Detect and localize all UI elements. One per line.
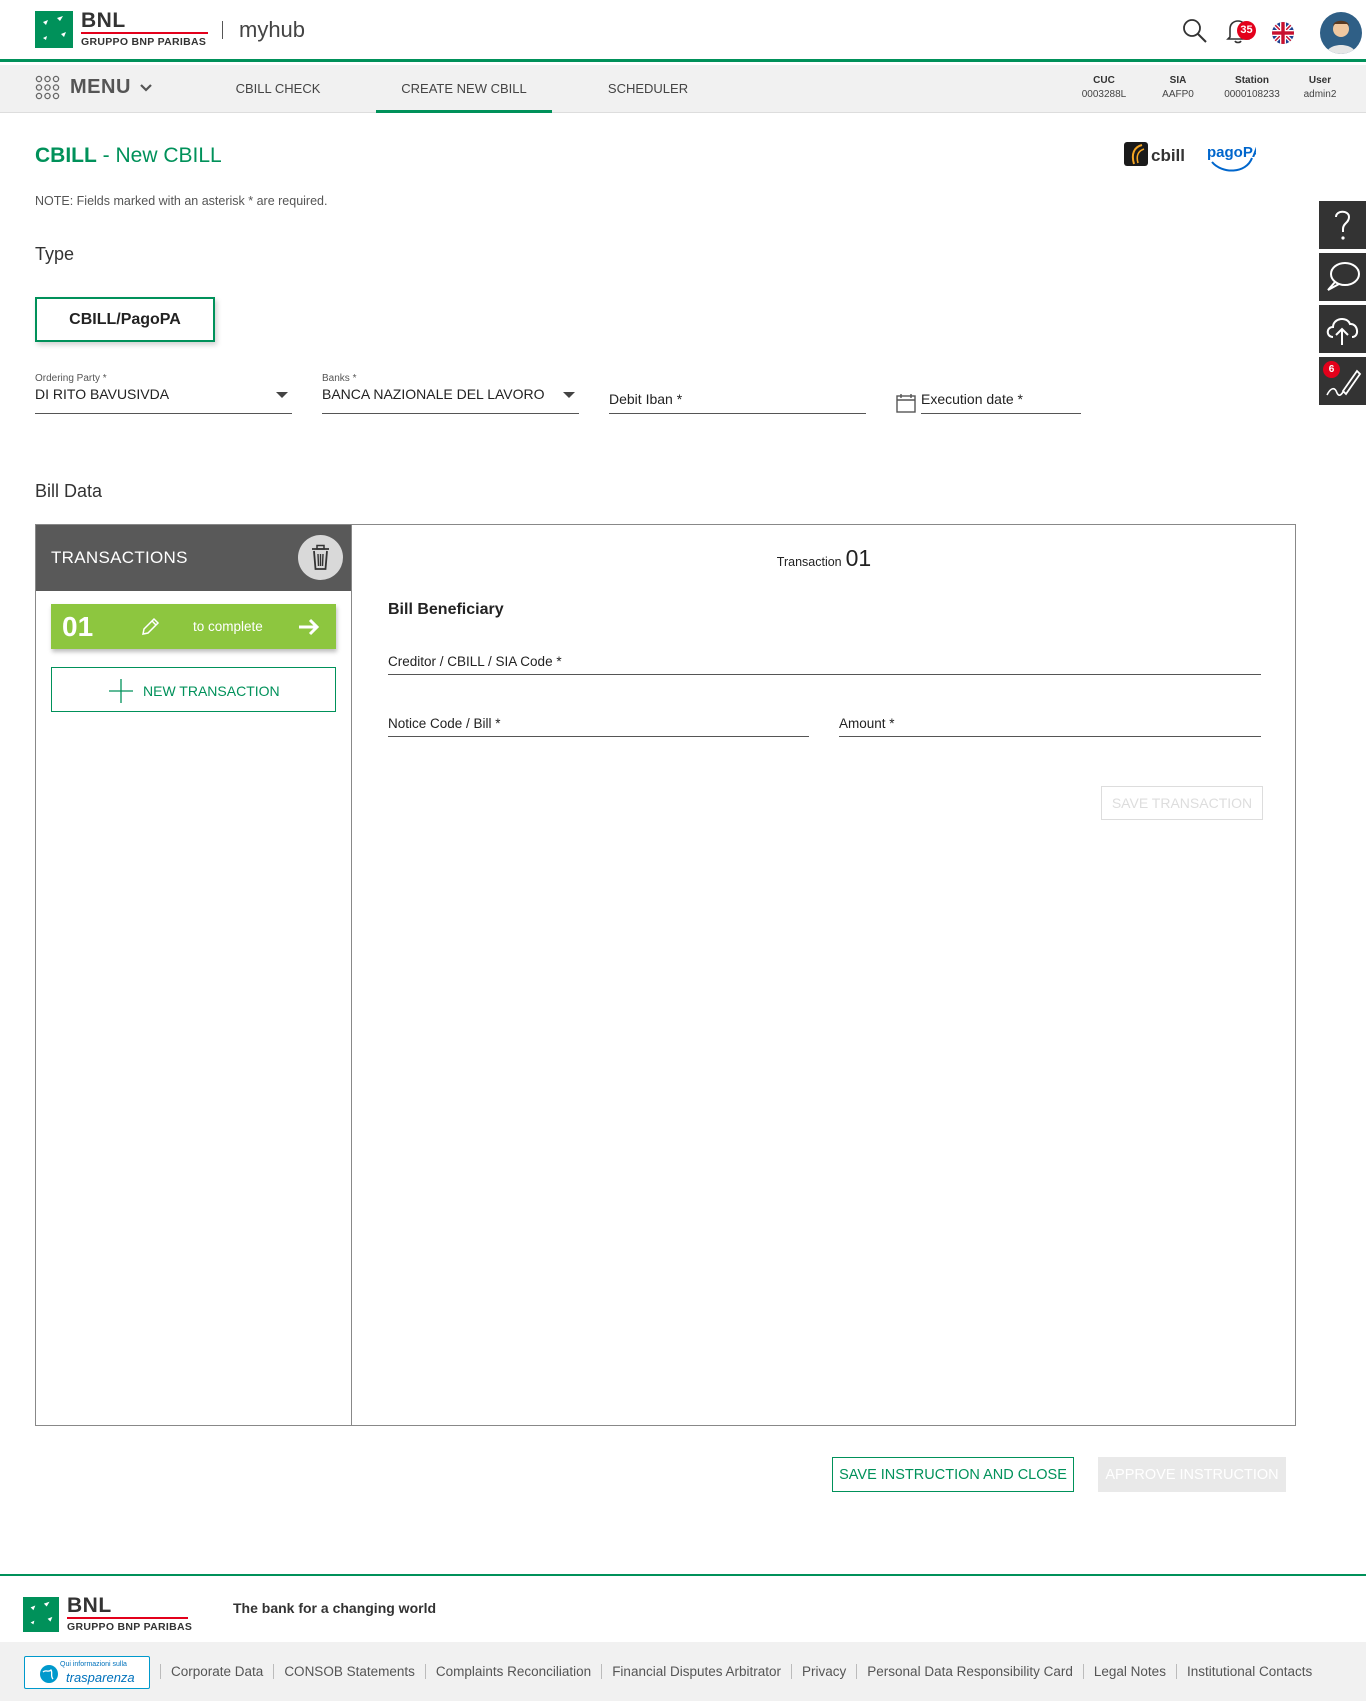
footer-bnl-logo[interactable]: BNL GRUPPO BNP PARIBAS xyxy=(23,1594,193,1633)
transaction-number: 01 xyxy=(62,611,94,642)
page-title: CBILL - New CBILL xyxy=(35,144,222,167)
approve-instruction-button[interactable]: APPROVE INSTRUCTION xyxy=(1098,1457,1286,1492)
notice-code-placeholder: Notice Code / Bill * xyxy=(388,716,501,731)
footer-tagline: The bank for a changing world xyxy=(233,1600,437,1616)
save-transaction-button[interactable]: SAVE TRANSACTION xyxy=(1101,786,1263,820)
trash-icon[interactable] xyxy=(298,535,343,580)
banks-value: BANCA NAZIONALE DEL LAVORO xyxy=(322,386,545,402)
footer-link-institutional[interactable]: Institutional Contacts xyxy=(1175,1664,1322,1679)
uk-flag-icon[interactable] xyxy=(1272,22,1294,49)
transparency-small: Qui informazioni sulla xyxy=(60,1661,127,1668)
transactions-title: TRANSACTIONS xyxy=(51,548,188,567)
footer-bottom: Qui informazioni sulla trasparenza Corpo… xyxy=(0,1642,1366,1701)
banks-select[interactable]: Banks * BANCA NAZIONALE DEL LAVORO xyxy=(322,373,579,414)
bill-data-label: Bill Data xyxy=(35,481,103,501)
creditor-field[interactable]: Creditor / CBILL / SIA Code * xyxy=(388,643,1261,675)
banks-label: Banks * xyxy=(322,373,357,384)
footer-logo-brand: BNL xyxy=(67,1594,112,1617)
notice-code-field[interactable]: Notice Code / Bill * xyxy=(388,705,809,737)
signature-icon[interactable]: 6 xyxy=(1319,357,1366,405)
new-transaction-label: NEW TRANSACTION xyxy=(143,683,280,699)
info-sia: SIA AAFP0 xyxy=(1162,75,1194,100)
caret-down-icon xyxy=(563,392,575,398)
debit-iban-field[interactable]: Debit Iban * xyxy=(609,373,866,414)
footer-link-complaints[interactable]: Complaints Reconciliation xyxy=(424,1664,601,1679)
amount-field[interactable]: Amount * xyxy=(839,705,1261,737)
footer-link-privacy[interactable]: Privacy xyxy=(791,1664,856,1679)
footer-top: BNL GRUPPO BNP PARIBAS The bank for a ch… xyxy=(0,1574,1366,1642)
notification-badge: 35 xyxy=(1237,21,1256,40)
grid-icon xyxy=(35,75,60,100)
pagopa-logo: pagoPA xyxy=(1206,140,1263,181)
tab-cbill-check[interactable]: CBILL CHECK xyxy=(218,65,338,113)
bell-icon[interactable]: 35 xyxy=(1226,18,1256,49)
bnl-logo[interactable]: BNL GRUPPO BNP PARIBAS xyxy=(35,9,208,48)
chevron-down-icon xyxy=(140,83,152,92)
footer-link-personal-data[interactable]: Personal Data Responsibility Card xyxy=(856,1664,1083,1679)
svg-text:cbill: cbill xyxy=(1151,146,1185,165)
cbill-logo: cbill xyxy=(1124,140,1194,173)
transaction-item-01[interactable]: 01 to complete xyxy=(51,604,336,649)
help-icon[interactable] xyxy=(1319,201,1366,249)
ordering-party-select[interactable]: Ordering Party * DI RITO BAVUSIVDA xyxy=(35,373,292,414)
user-avatar[interactable] xyxy=(1320,12,1362,54)
execution-date-placeholder: Execution date * xyxy=(921,391,1023,407)
caret-down-icon xyxy=(276,392,288,398)
transaction-status: to complete xyxy=(193,619,263,634)
transactions-header: TRANSACTIONS xyxy=(36,525,351,591)
bnl-logo-mark xyxy=(35,11,73,48)
bill-data-panel: TRANSACTIONS 01 to complete NEW TRANSACT… xyxy=(35,524,1296,1426)
transaction-title: Transaction 01 xyxy=(776,545,872,571)
footer-logo-group: GRUPPO BNP PARIBAS xyxy=(67,1621,193,1633)
footer-link-legal-notes[interactable]: Legal Notes xyxy=(1082,1664,1176,1679)
calendar-icon[interactable] xyxy=(895,392,917,419)
execution-date-field[interactable]: Execution date * xyxy=(921,373,1081,414)
plus-icon xyxy=(108,678,134,707)
footer-links: Corporate Data CONSOB Statements Complai… xyxy=(160,1664,1322,1679)
info-cuc: CUC 0003288L xyxy=(1081,75,1127,100)
menu-label: MENU xyxy=(70,76,131,98)
tab-create-new-cbill[interactable]: CREATE NEW CBILL xyxy=(376,65,552,113)
transparency-badge[interactable]: Qui informazioni sulla trasparenza xyxy=(24,1656,150,1689)
ordering-party-label: Ordering Party * xyxy=(35,373,107,384)
info-user: User admin2 xyxy=(1303,75,1337,100)
footer-link-arbitrator[interactable]: Financial Disputes Arbitrator xyxy=(601,1664,791,1679)
pencil-icon[interactable] xyxy=(139,616,161,643)
footer-link-corporate-data[interactable]: Corporate Data xyxy=(160,1664,273,1679)
ordering-party-value: DI RITO BAVUSIVDA xyxy=(35,386,170,402)
debit-iban-placeholder: Debit Iban * xyxy=(609,391,683,407)
main-nav: MENU CBILL CHECK CREATE NEW CBILL SCHEDU… xyxy=(0,65,1366,113)
info-station: Station 0000108233 xyxy=(1224,75,1280,100)
new-transaction-button[interactable]: NEW TRANSACTION xyxy=(51,667,336,712)
logo-brand: BNL xyxy=(81,9,126,32)
transparency-big: trasparenza xyxy=(66,1670,135,1685)
side-toolbar: 6 xyxy=(1319,201,1366,409)
footer-logo-mark xyxy=(23,1597,59,1632)
required-note: NOTE: Fields marked with an asterisk * a… xyxy=(35,194,328,208)
logo-group: GRUPPO BNP PARIBAS xyxy=(81,36,207,48)
creditor-placeholder: Creditor / CBILL / SIA Code * xyxy=(388,654,562,669)
signature-badge: 6 xyxy=(1323,361,1340,378)
type-cbill-pagopa-button[interactable]: CBILL/PagoPA xyxy=(35,297,215,342)
footer-link-consob[interactable]: CONSOB Statements xyxy=(273,1664,425,1679)
app-name: myhub xyxy=(239,17,306,42)
amount-placeholder: Amount * xyxy=(839,716,895,731)
arrow-right-icon[interactable] xyxy=(297,616,321,643)
search-icon[interactable] xyxy=(1182,18,1208,49)
transactions-panel: TRANSACTIONS 01 to complete NEW TRANSACT… xyxy=(36,525,352,1425)
menu-button[interactable]: MENU xyxy=(35,75,153,100)
top-header: BNL GRUPPO BNP PARIBAS myhub 35 xyxy=(0,0,1366,62)
transaction-detail: Transaction 01 Bill Beneficiary Creditor … xyxy=(353,525,1295,1425)
type-section-label: Type xyxy=(35,244,75,264)
tab-scheduler[interactable]: SCHEDULER xyxy=(598,65,698,113)
svg-text:pagoPA: pagoPA xyxy=(1207,144,1256,161)
upload-cloud-icon[interactable] xyxy=(1319,305,1366,353)
globe-icon xyxy=(39,1664,59,1689)
save-instruction-close-button[interactable]: SAVE INSTRUCTION AND CLOSE xyxy=(832,1457,1074,1492)
chat-icon[interactable] xyxy=(1319,253,1366,301)
bill-beneficiary-title: Bill Beneficiary xyxy=(388,601,504,618)
